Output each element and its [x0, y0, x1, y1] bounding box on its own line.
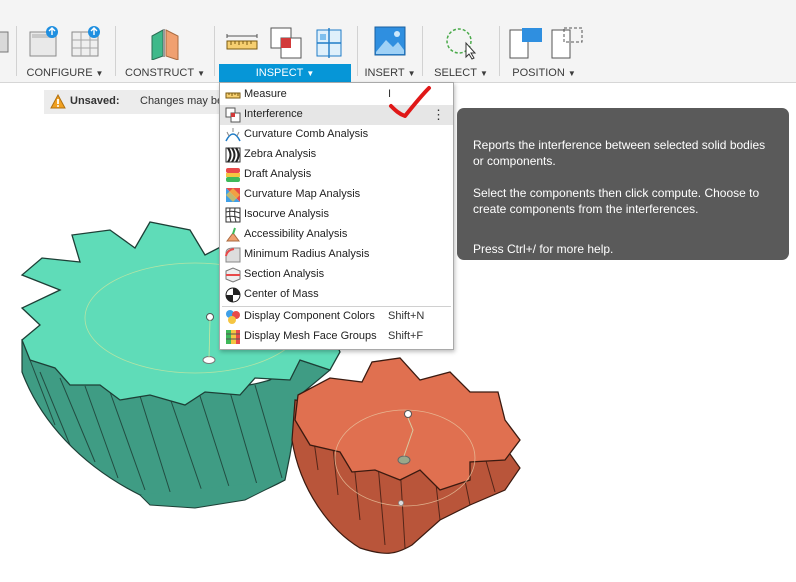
minimum-radius-icon [225, 247, 241, 263]
construct-menu[interactable]: CONSTRUCT ▼ [122, 64, 208, 82]
interference-icon [225, 107, 241, 123]
position-revert-icon[interactable] [550, 26, 586, 60]
configure-menu[interactable]: CONFIGURE ▼ [22, 64, 108, 82]
menu-item-curvature-map[interactable]: Curvature Map Analysis [220, 185, 453, 205]
unsaved-title: Unsaved: [70, 95, 120, 107]
position-menu[interactable]: POSITION ▼ [504, 64, 584, 82]
menu-item-center-of-mass[interactable]: Center of Mass [220, 285, 453, 305]
construct-plane-icon[interactable] [148, 26, 184, 60]
construct-group: CONSTRUCT ▼ [122, 0, 208, 82]
partial-tool-icon[interactable] [0, 30, 10, 56]
menu-item-section[interactable]: Section Analysis [220, 265, 453, 285]
measure-ruler-icon[interactable] [225, 32, 259, 56]
menu-item-curvature-comb[interactable]: Curvature Comb Analysis [220, 125, 453, 145]
insert-menu[interactable]: INSERT ▼ [362, 64, 418, 82]
small-gear[interactable] [291, 357, 521, 554]
tooltip-description: Reports the interference between selecte… [473, 138, 766, 168]
component-colors-icon [226, 310, 240, 324]
menu-item-display-component-colors[interactable]: Display Component Colors Shift+N [220, 307, 453, 327]
configure-table-icon[interactable] [28, 26, 62, 58]
inspect-menu[interactable]: INSPECT ▼ [219, 64, 351, 82]
section-analysis-icon[interactable] [313, 26, 345, 60]
select-group: SELECT ▼ [428, 0, 494, 82]
center-of-mass-icon [225, 287, 241, 303]
menu-item-isocurve[interactable]: Isocurve Analysis [220, 205, 453, 225]
select-menu[interactable]: SELECT ▼ [428, 64, 494, 82]
isocurve-icon [225, 207, 241, 223]
zebra-icon [225, 147, 241, 163]
draft-icon [226, 168, 240, 182]
ruler-icon [225, 92, 241, 99]
position-capture-icon[interactable] [508, 26, 544, 60]
inspect-group: INSPECT ▼ [219, 0, 351, 82]
menu-item-zebra[interactable]: Zebra Analysis [220, 145, 453, 165]
menu-item-accessibility[interactable]: Accessibility Analysis [220, 225, 453, 245]
insert-group: INSERT ▼ [362, 0, 418, 82]
menu-item-minimum-radius[interactable]: Minimum Radius Analysis [220, 245, 453, 265]
configure-group: CONFIGURE ▼ [22, 0, 108, 82]
unsaved-message: Changes may be [140, 95, 224, 107]
annotation-checkmark-icon [389, 86, 431, 118]
menu-item-draft[interactable]: Draft Analysis [220, 165, 453, 185]
select-lasso-icon[interactable] [444, 26, 478, 60]
tooltip-instructions: Select the components then click compute… [473, 186, 760, 216]
accessibility-icon [226, 227, 240, 242]
mesh-face-groups-icon [226, 330, 240, 344]
position-group: POSITION ▼ [504, 0, 584, 82]
unsaved-notification: Unsaved: Changes may be [44, 90, 234, 114]
section-icon [225, 267, 241, 283]
insert-image-icon[interactable] [374, 26, 406, 58]
configure-grid-icon[interactable] [70, 26, 104, 58]
menu-item-display-mesh-face-groups[interactable]: Display Mesh Face Groups Shift+F [220, 327, 453, 347]
curvature-map-icon [226, 188, 240, 202]
toolbar: CONFIGURE ▼ CONSTRUCT ▼ INSPECT ▼ INSERT… [0, 0, 796, 83]
curvature-comb-icon [225, 128, 241, 142]
interference-tooltip: Reports the interference between selecte… [457, 108, 789, 260]
tooltip-help-hint: Press Ctrl+/ for more help. [473, 242, 614, 256]
interference-icon[interactable] [269, 26, 303, 60]
warning-icon [50, 94, 66, 109]
